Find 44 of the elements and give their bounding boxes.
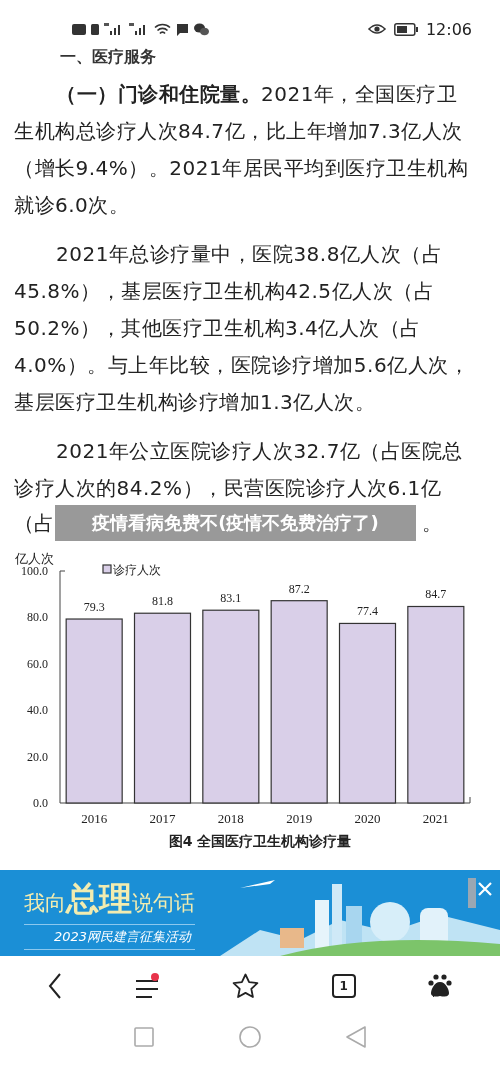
tick-label: 0.0 <box>33 796 48 810</box>
tick-label: 2020 <box>354 811 381 826</box>
tick-label: 2017 <box>149 811 176 826</box>
tick-label: 80.0 <box>27 610 48 625</box>
text-fragment: 。 <box>421 509 442 537</box>
message-icon <box>176 22 189 36</box>
body-paragraph: 2021年总诊疗量中，医院38.8亿人次（占45.8%），基层医疗卫生机构42.5亿人次（占50.2%），其他医疗卫生机构3.4亿人次（占4.0%）。与上年比较，医院诊疗增加5.6亿人次，基层医疗卫生机构诊疗增加1.3亿人次。 <box>14 241 470 416</box>
tick-label: 2019 <box>286 811 313 826</box>
section-heading: 一、医疗服务 <box>60 48 157 68</box>
tick-label: 100.0 <box>21 564 48 578</box>
chat-bubbles-icon <box>194 22 209 36</box>
tick-label: 60.0 <box>27 656 48 671</box>
tick-label: 40.0 <box>27 703 48 718</box>
star-icon[interactable] <box>232 973 260 999</box>
clock-time: 12:06 <box>425 19 472 39</box>
text-fragment: （占 <box>13 509 55 537</box>
legend-label: 诊疗人次 <box>113 563 161 577</box>
chart-legend: 诊疗人次 <box>102 563 161 577</box>
body-paragraph: （一）门诊和住院量。2021年，全国医疗卫生机构总诊疗人次84.7亿，比上年增加7.3亿人次（增长9.4%）。2021年居民平均到医疗卫生机构就诊6.0次。 <box>14 81 470 219</box>
paw-icon[interactable] <box>427 974 452 998</box>
body-paragraph: 2021年公立医院诊疗人次32.7亿（占医院总诊疗人次的84.2%），民营医院诊疗人次6.1亿 <box>14 438 464 502</box>
ad-banner[interactable]: 我向总理说句话 2023网民建言征集活动 <box>0 870 500 956</box>
tick-label: 2021 <box>422 811 449 826</box>
battery-icon <box>393 22 418 36</box>
axis-label: 亿人次 <box>15 551 54 566</box>
article-title: 疫情看病免费不(疫情不免费治疗了) <box>55 505 416 541</box>
back-icon[interactable] <box>48 973 63 999</box>
banner-subtitle: 2023网民建言征集活动 <box>24 923 195 950</box>
tab-counter[interactable]: 1 <box>331 974 356 998</box>
data-label: 77.4 <box>357 604 378 619</box>
menu-icon[interactable] <box>134 973 161 999</box>
tick-label: 2018 <box>217 811 244 826</box>
tick-label: 2016 <box>81 811 108 826</box>
data-label: 87.2 <box>288 581 310 596</box>
close-icon[interactable] <box>478 882 492 896</box>
data-label: 81.8 <box>152 594 173 609</box>
banner-headline: 我向总理说句话 <box>24 877 195 920</box>
tick-label: 20.0 <box>27 749 48 764</box>
data-label: 83.1 <box>220 591 242 606</box>
figure-caption: 图4 全国医疗卫生机构诊疗量 <box>167 833 353 851</box>
eye-icon <box>367 23 386 35</box>
data-label: 79.3 <box>83 600 105 614</box>
data-label: 84.7 <box>425 587 447 602</box>
wifi-icon <box>154 22 171 36</box>
